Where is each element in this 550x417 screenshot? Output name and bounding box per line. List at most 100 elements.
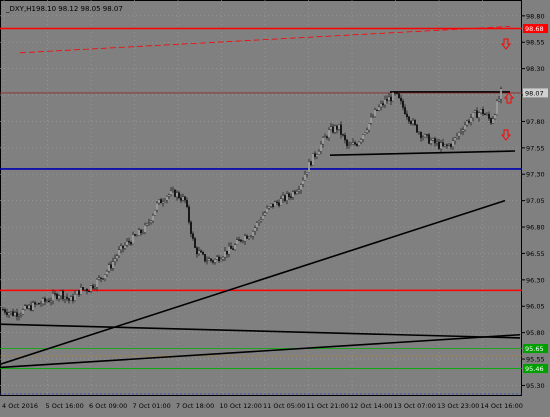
candle-bull [150, 220, 152, 223]
candle-bear [406, 113, 408, 118]
candle-bull [350, 144, 352, 146]
candle-bear [48, 300, 50, 303]
candle-bull [90, 285, 92, 292]
candle-bull [352, 142, 354, 145]
candle-bear [68, 298, 70, 301]
candle-bear [140, 229, 142, 234]
candle-bull [96, 279, 98, 288]
candle-bull [8, 312, 10, 315]
price-label-text: 98.07 [525, 89, 544, 97]
candle-bull [74, 293, 76, 301]
candle-bear [340, 124, 342, 135]
candle-bull [168, 194, 170, 197]
candle-bull [46, 300, 48, 302]
price-chart[interactable]: 98.8098.5598.3098.0597.8097.5597.3097.05… [0, 0, 550, 413]
price-label-green: 95.65 [523, 343, 548, 353]
candle-bull [148, 222, 150, 224]
candle-bear [88, 290, 90, 292]
candle-bull [462, 129, 464, 132]
candle-bull [170, 190, 172, 195]
candle-bull [262, 215, 264, 220]
candle-bear [428, 134, 430, 144]
candle-bear [332, 126, 334, 133]
candle-bull [162, 201, 164, 204]
candle-bear [344, 134, 346, 141]
candle-bull [498, 98, 500, 102]
candle-bull [182, 196, 184, 201]
candle-bull [50, 300, 52, 303]
candle-bull [152, 215, 154, 222]
x-tick-label: 6 Oct 09:00 [89, 402, 127, 410]
candle-bear [130, 242, 132, 245]
symbol-label: _DXY,H1 [5, 5, 36, 13]
candle-bull [132, 234, 134, 245]
candle-bull [138, 229, 140, 236]
candle-bull [116, 255, 118, 259]
candle-bull [436, 141, 438, 144]
chart-window[interactable]: 98.8098.5598.3098.0597.8097.5597.3097.05… [0, 0, 550, 413]
candle-bull [364, 132, 366, 135]
candle-bear [490, 118, 492, 124]
candle-bear [346, 139, 348, 146]
ohlc-readout: 98.10 98.12 98.05 98.07 [36, 5, 123, 13]
y-tick-label: 97.30 [526, 171, 545, 179]
candle-bear [408, 116, 410, 122]
candle-bull [448, 144, 450, 146]
candle-bull [360, 139, 362, 143]
candle-bull [42, 298, 44, 305]
candle-bull [206, 260, 208, 262]
candle-bull [228, 245, 230, 255]
candle-bear [342, 134, 344, 136]
candle-bull [216, 256, 218, 260]
candle-bull [440, 142, 442, 149]
y-tick-label: 98.30 [526, 65, 545, 73]
candle-bull [98, 277, 100, 280]
candle-bull [114, 258, 116, 262]
y-tick-label: 95.30 [526, 382, 545, 390]
candle-bull [260, 219, 262, 222]
candle-bear [16, 312, 18, 317]
candle-bull [286, 193, 288, 201]
candle-bear [122, 245, 124, 249]
x-tick-label: 7 Oct 01:00 [133, 402, 171, 410]
candle-bear [12, 311, 14, 316]
candle-bear [414, 120, 416, 125]
y-tick-label: 96.80 [526, 224, 545, 232]
candle-bull [112, 261, 114, 269]
candle-bear [26, 305, 28, 309]
x-tick-label: 11 Oct 21:00 [307, 402, 349, 410]
candle-bull [388, 96, 390, 101]
candle-bull [374, 109, 376, 117]
candle-bull [432, 138, 434, 141]
candle-bear [450, 144, 452, 147]
candle-bear [294, 191, 296, 194]
candle-bull [108, 264, 110, 272]
candle-bull [496, 100, 498, 115]
candle-bull [378, 106, 380, 111]
candle-bear [62, 290, 64, 300]
y-tick-label: 97.80 [526, 118, 545, 126]
candle-bear [434, 138, 436, 144]
candle-bear [354, 142, 356, 145]
candle-bull [460, 131, 462, 133]
candle-bull [22, 309, 24, 315]
candle-bull [36, 303, 38, 305]
candle-bull [372, 116, 374, 118]
price-label-text: 98.68 [525, 25, 544, 33]
candle-bull [220, 259, 222, 262]
candle-bull [172, 189, 174, 192]
candle-bull [274, 201, 276, 207]
candle-bull [208, 258, 210, 261]
candle-bear [404, 107, 406, 115]
candle-bull [154, 209, 156, 216]
candle-bear [110, 264, 112, 269]
candle-bull [366, 129, 368, 133]
candle-bull [158, 199, 160, 204]
candle-bull [70, 296, 72, 301]
x-tick-label: 11 Oct 05:00 [263, 402, 305, 410]
candle-bear [396, 92, 398, 94]
candle-bear [226, 250, 228, 255]
candle-bull [244, 235, 246, 242]
candle-bull [312, 153, 314, 166]
candle-bull [338, 124, 340, 130]
